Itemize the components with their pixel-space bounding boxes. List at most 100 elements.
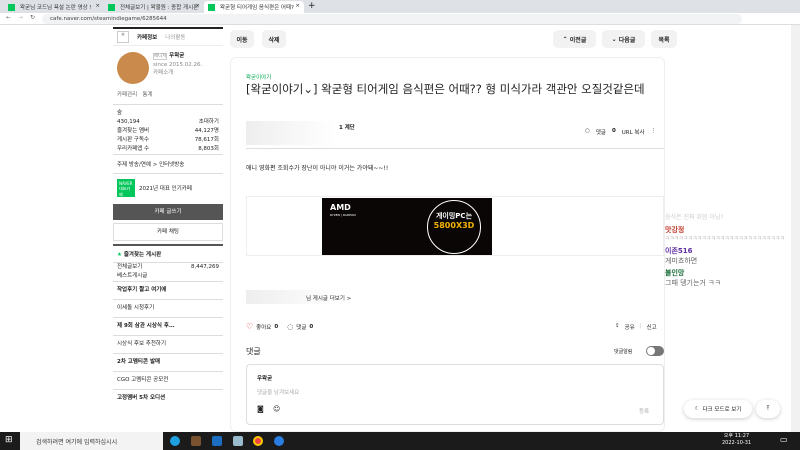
- emoji-icon[interactable]: ☺: [273, 405, 280, 413]
- member-count[interactable]: 430,194: [117, 118, 140, 127]
- chat-username: 불인망: [665, 269, 685, 277]
- browser-tab-active[interactable]: 왁굳형 티어게임 음식편은 어때? ×: [204, 1, 304, 13]
- like-label[interactable]: 좋아요: [256, 323, 271, 331]
- taskbar-search[interactable]: 검색하려면 여기에 입력하십시시: [20, 432, 163, 450]
- article-body: 애니 영화편 조회수가 장난이 아니야 이거는 가야돼~~!!: [246, 165, 389, 172]
- tab-strip: 왁굳님 코드님 욕설 논란 영상 ! × 전체글보기 | 왁물원 : 종합 게시판…: [0, 0, 800, 13]
- menu-item[interactable]: 시상식 후보 추천하기: [113, 335, 223, 353]
- menu-item[interactable]: 작업후기 짤고 여기에: [113, 281, 223, 299]
- all-posts-count: 8,447,269: [191, 264, 219, 270]
- chat-button[interactable]: 카페 채팅: [113, 223, 223, 241]
- comment-label[interactable]: 댓글: [296, 323, 306, 331]
- best-posts-link[interactable]: 베스트게시글: [117, 272, 147, 281]
- stats-link[interactable]: 통계: [143, 92, 153, 98]
- comment-box[interactable]: 우왁굳 댓글을 남겨보세요 ◙ ☺ 등록: [246, 364, 664, 425]
- close-icon[interactable]: ×: [95, 3, 100, 9]
- fav-boards-header[interactable]: 즐겨찾는 게시판: [124, 252, 161, 258]
- chat-message: 음식은 진짜 위험 아님?: [665, 214, 724, 221]
- chrome-icon[interactable]: [253, 436, 263, 446]
- camera-icon[interactable]: ◙: [257, 405, 264, 413]
- new-tab-button[interactable]: +: [308, 1, 316, 11]
- scrollbar[interactable]: [791, 25, 800, 432]
- cafe-topic[interactable]: 주제 방송/연예 > 인터넷방송: [113, 154, 223, 173]
- tab-my-activity[interactable]: 나의활동: [165, 33, 185, 41]
- comment-alarm-toggle[interactable]: [646, 346, 664, 356]
- more-icon[interactable]: ⋮: [651, 128, 657, 136]
- comment-icon: ◌: [287, 322, 294, 331]
- comments-count: 0: [611, 128, 616, 134]
- cafe-logo: [117, 52, 149, 84]
- menu-item[interactable]: CGO 고멤티콘 공모전: [113, 371, 223, 389]
- delete-button[interactable]: 삭제: [262, 30, 286, 48]
- menu-item[interactable]: 이세돌 시청후기: [113, 299, 223, 317]
- prev-post-button[interactable]: ⌃ 이전글: [553, 30, 596, 48]
- report-button[interactable]: 신고: [647, 323, 657, 331]
- chat-username: 이존516: [665, 247, 693, 255]
- minecraft-icon[interactable]: [191, 436, 201, 446]
- ad-brand: AMD: [330, 203, 351, 212]
- next-post-button[interactable]: ⌄ 다음글: [602, 30, 645, 48]
- close-icon[interactable]: ×: [295, 3, 300, 9]
- cafe-sidebar: ★ 카페정보 나의활동 매니저 우왁굳 since 2015.02.26. 카페소개…: [113, 27, 223, 432]
- dark-mode-label: 다크 모드로 보기: [702, 407, 742, 413]
- tab-cafe-info[interactable]: 카페정보: [137, 33, 157, 41]
- chat-username: 맛강정: [665, 226, 685, 234]
- invite-link[interactable]: 초대하기: [199, 118, 219, 127]
- stat-value: 44,127명: [194, 128, 219, 134]
- star-icon[interactable]: ★: [117, 31, 129, 43]
- comment-alarm-label: 댓글알림: [614, 349, 633, 355]
- menu-item[interactable]: 제 9회 삼관 시상식 후…: [113, 317, 223, 335]
- cafe-manage-link[interactable]: 카페관리: [117, 92, 137, 98]
- divider: [246, 148, 664, 149]
- stat-value: 8,803회: [198, 146, 219, 152]
- move-button[interactable]: 이동: [230, 30, 254, 48]
- dark-mode-button[interactable]: ☾ 다크 모드로 보기: [684, 400, 752, 418]
- reload-icon[interactable]: ↻: [30, 14, 35, 21]
- url-input[interactable]: cafe.naver.com/steamindiegame/6285644: [42, 14, 742, 24]
- search-placeholder: 검색하려면 여기에 입력하십시시: [36, 439, 118, 446]
- chat-message: 그때 뎅기는거 ㅋㅋ: [665, 279, 721, 287]
- board-link[interactable]: 왁굳이야기: [246, 73, 271, 81]
- browser-tab[interactable]: 왁굳님 코드님 욕설 논란 영상 ! ×: [4, 1, 104, 13]
- app-icon[interactable]: [233, 436, 243, 446]
- list-button[interactable]: 목록: [651, 30, 677, 48]
- next-label: 다음글: [618, 36, 636, 44]
- vegas-icon[interactable]: [212, 436, 222, 446]
- back-icon[interactable]: ←: [6, 14, 11, 21]
- heart-icon[interactable]: ♡: [246, 322, 253, 331]
- scroll-top-button[interactable]: ⤒: [756, 400, 780, 418]
- edge-icon[interactable]: [170, 436, 180, 446]
- manager-name[interactable]: 우왁굳: [169, 53, 184, 59]
- notification-icon[interactable]: ▭: [780, 435, 788, 444]
- more-posts-link[interactable]: 님 게시글 더보기 >: [306, 294, 351, 302]
- favicon-icon: [108, 4, 115, 11]
- cafe-intro-link[interactable]: 카페소개: [153, 70, 173, 76]
- ad-sub: RYZEN | RADEON: [330, 213, 356, 217]
- close-icon[interactable]: ×: [195, 3, 200, 9]
- browser-tab[interactable]: 전체글보기 | 왁물원 : 종합 게시판 ×: [104, 1, 204, 13]
- ad-line2: 5800X3D: [433, 221, 475, 230]
- url-copy-button[interactable]: URL 복사: [622, 128, 645, 136]
- menu-item[interactable]: 고정멤버 5차 오디션: [113, 389, 223, 407]
- chat-message: ㅋㅋㅋㅋㅋㅋㅋㅋㅋㅋㅋㅋㅋㅋㅋㅋㅋㅋㅋㅋㅋㅋㅋㅋㅋㅋ: [665, 236, 785, 242]
- app-icon[interactable]: [274, 436, 284, 446]
- all-posts-link[interactable]: 전체글보기: [117, 263, 142, 272]
- submit-button[interactable]: 등록: [639, 407, 649, 415]
- comment-icon: ○: [585, 128, 590, 134]
- amd-ad-banner[interactable]: AMD RYZEN | RADEON 게이밍PC는 5800X3D: [322, 198, 492, 255]
- menu-item[interactable]: 2차 고멤티콘 발매: [113, 353, 223, 371]
- stat-value: 78,617회: [194, 137, 219, 143]
- time: 오후 11:27: [723, 433, 750, 439]
- windows-start-icon[interactable]: ⊞: [5, 435, 13, 445]
- clock[interactable]: 오후 11:27 2022-10-31: [722, 433, 751, 447]
- comments-link[interactable]: 댓글: [596, 128, 606, 136]
- forward-icon[interactable]: →: [18, 14, 23, 21]
- author-level: 1 계단: [339, 125, 355, 131]
- chat-overlay: 음식은 진짜 위험 아님? 맛강정 ㅋㅋㅋㅋㅋㅋㅋㅋㅋㅋㅋㅋㅋㅋㅋㅋㅋㅋㅋㅋㅋㅋㅋ…: [665, 212, 790, 288]
- comments-heading: 댓글: [246, 347, 261, 356]
- write-button[interactable]: 카페 글쓰기: [113, 204, 223, 220]
- comment-input[interactable]: 댓글을 남겨보세요: [257, 388, 299, 396]
- since: since 2015.02.26.: [153, 62, 203, 68]
- share-button[interactable]: 공유: [625, 323, 635, 331]
- stat-label: 게시판 구독수: [117, 137, 150, 143]
